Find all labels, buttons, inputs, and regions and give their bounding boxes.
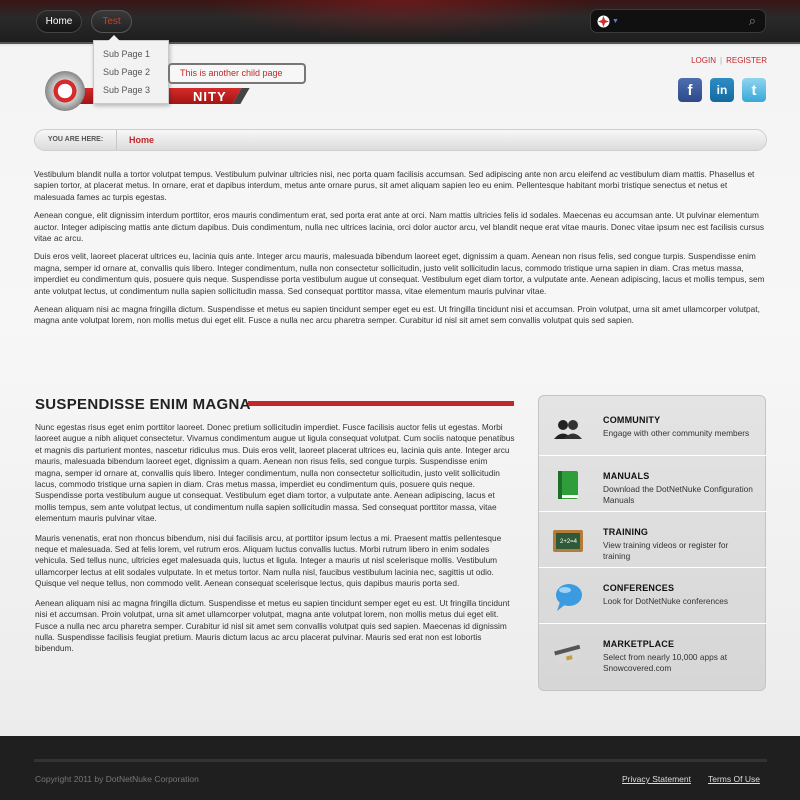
breadcrumb: YOU ARE HERE: Home [34,129,767,151]
submenu-item-1[interactable]: Sub Page 1 [94,45,168,63]
sidebar-item-desc: View training videos or register for tra… [603,540,729,561]
sidebar-item-manuals[interactable]: MANUALS Download the DotNetNuke Configur… [539,456,767,512]
breadcrumb-home-link[interactable]: Home [129,130,154,150]
test-submenu: Sub Page 1 Sub Page 2 Sub Page 3 [93,35,169,104]
search-box[interactable]: ▼ ⌕ [590,9,766,33]
nav-home-button[interactable]: Home [36,10,82,33]
sidebar-item-desc: Select from nearly 10,000 apps at Snowco… [603,652,728,673]
main-content: Nunc egestas risus eget enim porttitor l… [35,422,516,663]
facebook-icon[interactable]: f [678,78,702,102]
search-scope-icon[interactable] [597,15,610,28]
section-paragraph: Nunc egestas risus eget enim porttitor l… [35,422,515,524]
intro-content: Vestibulum blandit nulla a tortor volutp… [34,169,767,334]
submenu-item-2[interactable]: Sub Page 2 [94,63,168,81]
footer: Copyright 2011 by DotNetNuke Corporation… [0,736,800,800]
sidebar-item-title: COMMUNITY [603,415,661,425]
book-icon [558,471,578,499]
sidebar-item-title: MANUALS [603,471,650,481]
login-separator: | [720,56,723,65]
footer-divider [34,759,767,762]
sidebar-item-marketplace[interactable]: MARKETPLACE Select from nearly 10,000 ap… [539,624,767,680]
linkedin-icon[interactable]: in [710,78,734,102]
chalkboard-icon: 2+2=4 [553,530,583,552]
chevron-down-icon[interactable]: ▼ [612,18,619,25]
register-link[interactable]: REGISTER [726,56,767,65]
child-page-flyout[interactable]: This is another child page [168,63,306,84]
copyright-text: Copyright 2011 by DotNetNuke Corporation [35,774,199,784]
sidebar-item-title: MARKETPLACE [603,639,675,649]
intro-paragraph: Duis eros velit, laoreet placerat ultric… [34,251,765,296]
section-title-rule [248,401,514,406]
credit-card-icon [553,641,583,665]
sidebar-item-title: TRAINING [603,527,649,537]
terms-link[interactable]: Terms Of Use [708,774,760,784]
breadcrumb-label: YOU ARE HERE: [35,130,117,150]
section-title: SUSPENDISSE ENIM MAGNA [35,396,251,413]
intro-paragraph: Vestibulum blandit nulla a tortor volutp… [34,169,755,202]
login-link[interactable]: LOGIN [691,56,716,65]
top-navigation-bar: Home Test ▼ ⌕ [0,0,800,44]
sidebar-item-desc: Look for DotNetNuke conferences [603,596,728,606]
intro-paragraph: Aenean congue, elit dignissim interdum p… [34,210,765,244]
sidebar-item-community[interactable]: COMMUNITY Engage with other community me… [539,400,767,456]
section-paragraph: Aenean aliquam nisi ac magna fringilla d… [35,597,510,654]
community-icon [554,420,582,439]
sidebar-item-title: CONFERENCES [603,583,675,593]
nav-test-button[interactable]: Test [91,10,132,33]
resources-sidebar: COMMUNITY Engage with other community me… [538,395,767,691]
logo-text: NITY [193,89,227,104]
login-links: LOGIN | REGISTER [691,56,767,65]
search-icon[interactable]: ⌕ [749,13,756,29]
sidebar-item-desc: Download the DotNetNuke Configuration Ma… [603,484,753,505]
section-paragraph: Mauris venenatis, erat non rhoncus biben… [35,532,502,589]
intro-paragraph: Aenean aliquam nisi ac magna fringilla d… [34,304,760,326]
sidebar-item-conferences[interactable]: CONFERENCES Look for DotNetNuke conferen… [539,568,767,624]
svg-text:2+2=4: 2+2=4 [560,539,578,545]
twitter-icon[interactable]: t [742,78,766,102]
sidebar-item-training[interactable]: 2+2=4 TRAINING View training videos or r… [539,512,767,568]
sidebar-item-desc: Engage with other community members [603,428,750,438]
speech-bubble-icon [556,584,582,611]
submenu-item-3[interactable]: Sub Page 3 [94,81,168,99]
logo-gear-icon [45,71,85,111]
privacy-link[interactable]: Privacy Statement [622,774,691,784]
